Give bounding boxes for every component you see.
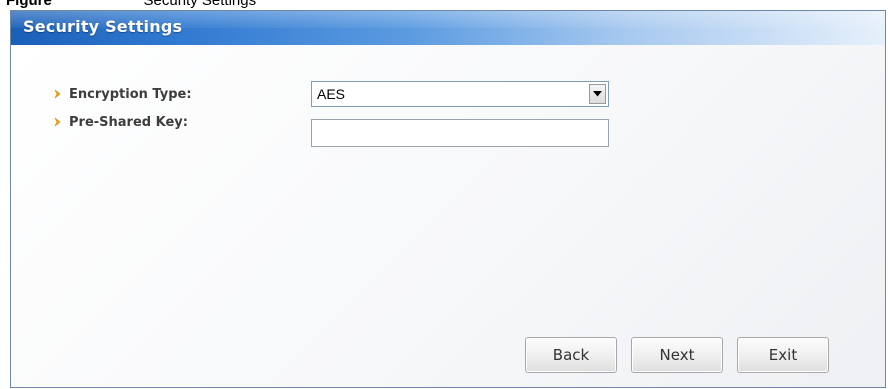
exit-button[interactable]: Exit: [737, 337, 829, 373]
encryption-type-value: AES: [317, 86, 346, 102]
pre-shared-key-input[interactable]: [311, 119, 609, 147]
panel-header: Security Settings: [11, 11, 885, 45]
security-settings-panel: Security Settings Encryption Type: AES P…: [10, 10, 886, 388]
caption-prefix: Figure: [6, 0, 52, 9]
triangle-down-icon: [593, 91, 602, 97]
encryption-type-select[interactable]: AES: [311, 81, 609, 107]
figure-caption: Figure Security Settings: [0, 0, 888, 10]
dropdown-arrow-button[interactable]: [589, 84, 606, 104]
panel-body: Encryption Type: AES Pre-Shared Key: Bac…: [11, 45, 885, 387]
chevron-right-icon: [54, 89, 61, 99]
chevron-right-icon: [54, 117, 61, 127]
encryption-type-row: Encryption Type:: [53, 80, 192, 108]
back-button[interactable]: Back: [525, 337, 617, 373]
pre-shared-key-label: Pre-Shared Key:: [69, 114, 188, 130]
caption-text: Figure Security Settings: [6, 0, 256, 9]
encryption-type-label: Encryption Type:: [69, 86, 192, 102]
next-button[interactable]: Next: [631, 337, 723, 373]
panel-title: Security Settings: [23, 17, 183, 36]
wizard-page: Figure Security Settings Security Settin…: [0, 0, 888, 389]
pre-shared-key-row: Pre-Shared Key:: [53, 108, 188, 136]
caption-title: Security Settings: [143, 0, 257, 9]
